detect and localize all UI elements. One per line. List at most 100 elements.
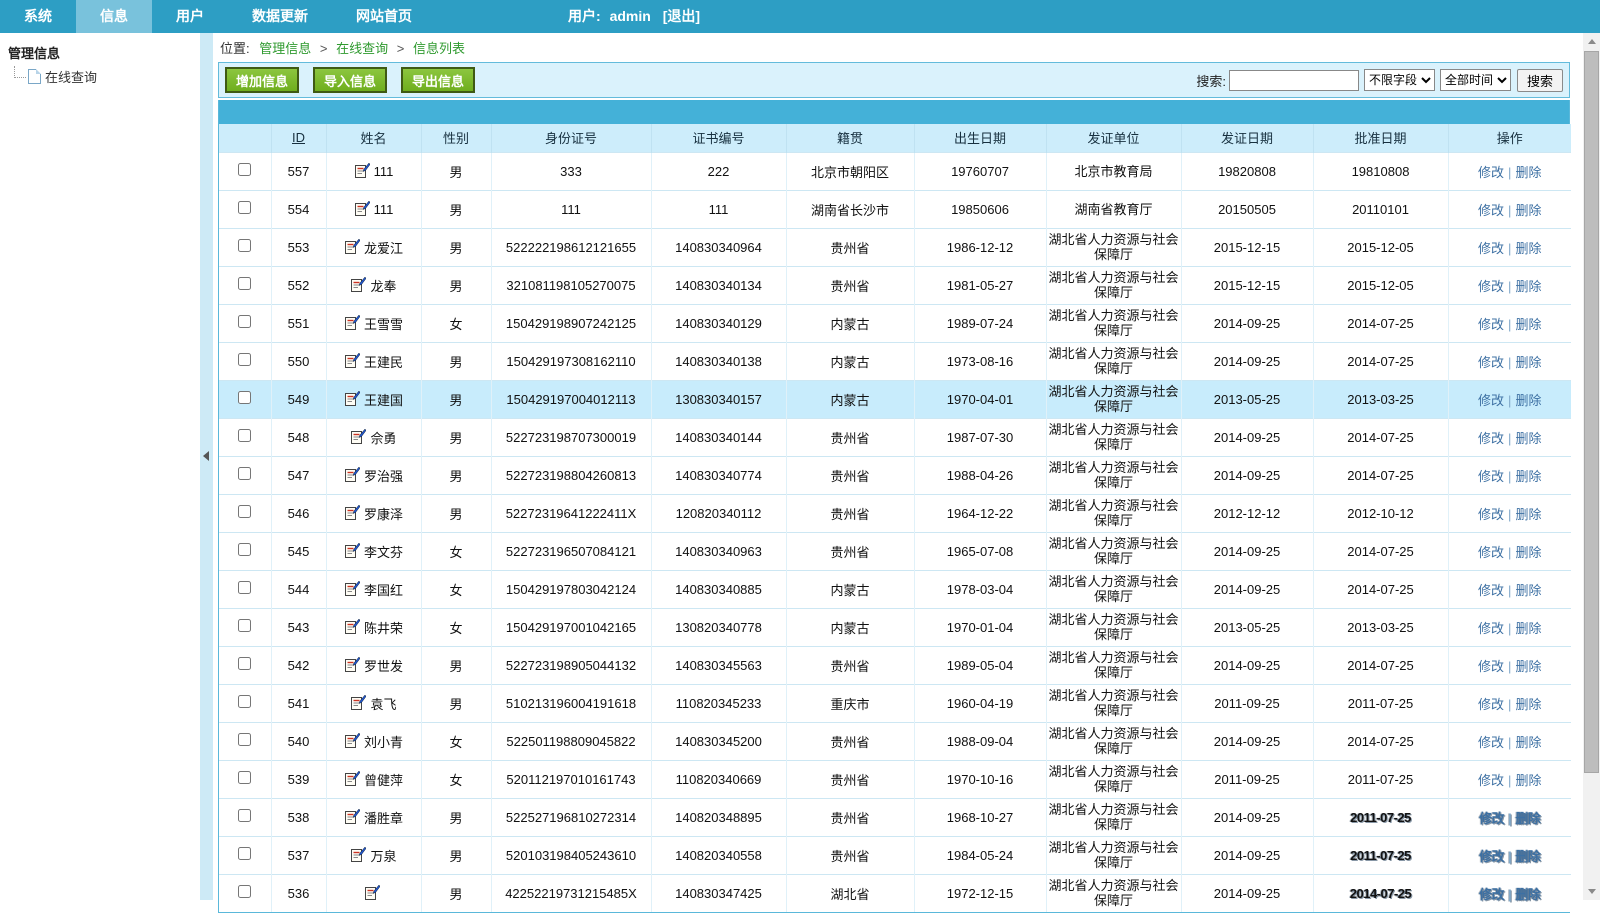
scroll-up-icon[interactable] [1583,33,1600,50]
edit-link[interactable]: 修改 [1478,165,1504,180]
export-info-button[interactable]: 导出信息 [401,67,475,93]
cell-issuer: 湖北省人力资源与社会保障厅 [1046,684,1181,722]
delete-link[interactable]: 删除 [1515,697,1541,712]
delete-link[interactable]: 删除 [1515,735,1541,750]
edit-link[interactable]: 修改 [1478,431,1504,446]
edit-link[interactable]: 修改 [1478,393,1504,408]
search-time-select[interactable]: 全部时间 [1440,69,1511,91]
row-checkbox[interactable] [238,619,251,632]
row-checkbox[interactable] [238,809,251,822]
sidebar-item-online-query[interactable]: 在线查询 [0,66,200,86]
delete-link[interactable]: 删除 [1515,849,1540,864]
delete-link[interactable]: 删除 [1515,811,1540,826]
row-checkbox[interactable] [238,885,251,898]
cell-name [326,874,421,912]
nav-item-info[interactable]: 信息 [76,0,152,33]
row-checkbox[interactable] [238,429,251,442]
row-checkbox[interactable] [238,505,251,518]
edit-link[interactable]: 修改 [1478,317,1504,332]
scroll-down-icon[interactable] [1583,883,1600,900]
row-checkbox[interactable] [238,733,251,746]
edit-note-icon [350,277,366,293]
edit-link[interactable]: 修改 [1478,507,1504,522]
edit-link[interactable]: 修改 [1478,621,1504,636]
import-info-button[interactable]: 导入信息 [313,67,387,93]
cell-cert-number: 140830340963 [651,532,786,570]
row-checkbox[interactable] [238,695,251,708]
edit-link[interactable]: 修改 [1478,659,1504,674]
scrollbar-thumb[interactable] [1584,51,1599,773]
header-id[interactable]: ID [271,124,326,152]
cell-name: 龙爱江 [326,228,421,266]
row-checkbox[interactable] [238,771,251,784]
delete-link[interactable]: 删除 [1515,393,1541,408]
cell-id-number: 520112197010161743 [491,760,651,798]
delete-link[interactable]: 删除 [1515,545,1541,560]
row-checkbox[interactable] [238,543,251,556]
edit-link[interactable]: 修改 [1478,355,1504,370]
cell-issue-date: 2014-09-25 [1181,418,1313,456]
row-checkbox[interactable] [238,353,251,366]
delete-link[interactable]: 删除 [1515,773,1541,788]
delete-link[interactable]: 删除 [1515,317,1541,332]
row-checkbox[interactable] [238,467,251,480]
add-info-button[interactable]: 增加信息 [225,67,299,93]
search-input[interactable] [1229,70,1359,91]
delete-link[interactable]: 删除 [1515,279,1541,294]
person-name: 万泉 [370,846,396,865]
nav-item-site-home[interactable]: 网站首页 [332,0,436,33]
delete-link[interactable]: 删除 [1515,355,1541,370]
delete-link[interactable]: 删除 [1515,203,1541,218]
delete-link[interactable]: 删除 [1515,431,1541,446]
delete-link[interactable]: 删除 [1515,621,1541,636]
search-button[interactable]: 搜索 [1517,69,1563,92]
edit-link[interactable]: 修改 [1478,279,1504,294]
edit-link[interactable]: 修改 [1478,773,1504,788]
edit-link[interactable]: 修改 [1478,469,1504,484]
breadcrumb-link-info-list[interactable]: 信息列表 [413,41,465,56]
vertical-scrollbar[interactable] [1583,33,1600,900]
edit-link[interactable]: 修改 [1478,241,1504,256]
edit-link[interactable]: 修改 [1479,811,1504,826]
nav-item-user[interactable]: 用户 [152,0,228,33]
delete-link[interactable]: 删除 [1515,165,1541,180]
cell-origin: 贵州省 [786,532,914,570]
cell-name: 罗康泽 [326,494,421,532]
search-field-select[interactable]: 不限字段 [1364,69,1435,91]
delete-link[interactable]: 删除 [1515,583,1541,598]
row-checkbox[interactable] [238,315,251,328]
row-checkbox[interactable] [238,201,251,214]
delete-link[interactable]: 删除 [1515,507,1541,522]
row-checkbox[interactable] [238,277,251,290]
breadcrumb-link-online-query[interactable]: 在线查询 [336,41,388,56]
delete-link[interactable]: 删除 [1515,659,1541,674]
table-row: 546 罗康泽男52272319641222411X120820340112贵州… [219,494,1571,532]
edit-link[interactable]: 修改 [1479,849,1504,864]
delete-link[interactable]: 删除 [1515,469,1541,484]
table-top-strip [219,100,1569,124]
nav-item-system[interactable]: 系统 [0,0,76,33]
logout-link[interactable]: [退出] [663,8,700,24]
row-checkbox[interactable] [238,657,251,670]
collapse-left-icon[interactable] [203,451,209,461]
cell-gender: 男 [421,380,491,418]
cell-cert-number: 140830345200 [651,722,786,760]
breadcrumb-link-manage-info[interactable]: 管理信息 [259,41,311,56]
person-name: 佘勇 [370,428,396,447]
edit-link[interactable]: 修改 [1478,583,1504,598]
row-checkbox[interactable] [238,163,251,176]
row-checkbox[interactable] [238,847,251,860]
edit-link[interactable]: 修改 [1478,735,1504,750]
cell-cert-number: 140830340129 [651,304,786,342]
cell-origin: 内蒙古 [786,570,914,608]
delete-link[interactable]: 删除 [1515,241,1541,256]
edit-link[interactable]: 修改 [1478,545,1504,560]
edit-link[interactable]: 修改 [1478,697,1504,712]
row-checkbox[interactable] [238,581,251,594]
nav-item-data-update[interactable]: 数据更新 [228,0,332,33]
cell-birth-date: 1987-07-30 [914,418,1046,456]
table-row: 545 李文芬女522723196507084121140830340963贵州… [219,532,1571,570]
edit-link[interactable]: 修改 [1478,203,1504,218]
row-checkbox[interactable] [238,391,251,404]
row-checkbox[interactable] [238,239,251,252]
